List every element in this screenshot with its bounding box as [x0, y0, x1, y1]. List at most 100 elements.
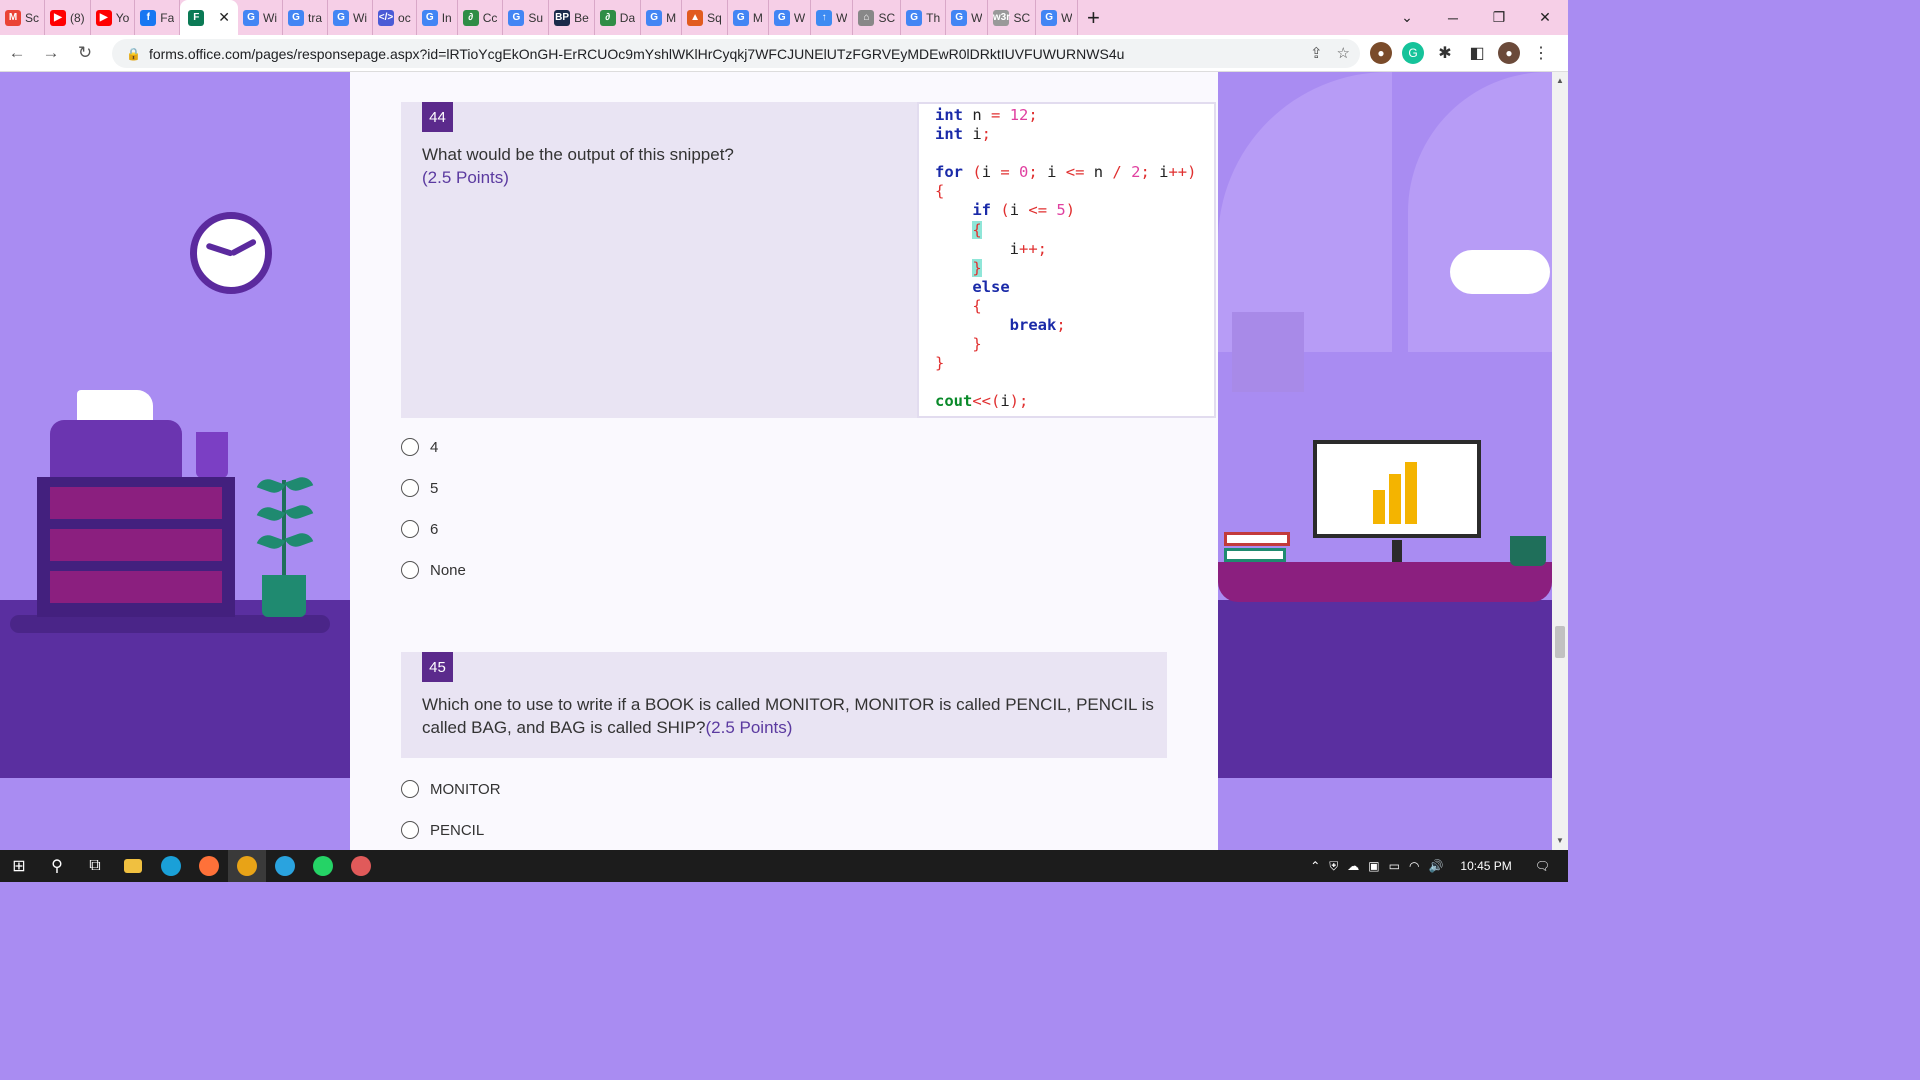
radio-button[interactable]: [401, 479, 419, 497]
tab-list: M Sc ▶ (8) ▶ Yo f Fa F ✕ G Wi Gtra G Wi </> oc G In ∂ Cc G Su B…: [0, 0, 1079, 35]
option-6[interactable]: 6: [401, 520, 438, 538]
option-4[interactable]: 4: [401, 438, 438, 456]
browser-tab[interactable]: G Wi: [328, 0, 374, 35]
url-text[interactable]: forms.office.com/pages/responsepage.aspx…: [149, 46, 1269, 62]
new-tab-button[interactable]: +: [1078, 5, 1108, 31]
question-44: 44 What would be the output of this snip…: [401, 102, 1216, 418]
notification-icon[interactable]: 🗨: [1535, 859, 1550, 873]
chrome-icon[interactable]: [228, 850, 266, 882]
tab-label: Th: [926, 10, 941, 25]
browser-tab[interactable]: </> oc: [373, 0, 417, 35]
close-tab-icon[interactable]: ✕: [218, 9, 230, 26]
side-panel-icon[interactable]: ◧: [1466, 42, 1488, 64]
forward-button[interactable]: →: [34, 43, 68, 63]
share-icon[interactable]: ⇪: [1310, 44, 1323, 62]
cookie-extension-icon[interactable]: ●: [1370, 42, 1392, 64]
tab-label: Sc: [25, 10, 40, 25]
clock-time[interactable]: 10:45 PM: [1460, 859, 1511, 873]
lock-icon[interactable]: 🔒: [126, 47, 141, 61]
option-pencil[interactable]: PENCIL: [401, 821, 484, 839]
google-icon: G: [288, 9, 305, 26]
reload-button[interactable]: ↻: [68, 43, 102, 63]
browser-tab[interactable]: G Wi: [238, 0, 284, 35]
bookmark-star-icon[interactable]: ☆: [1337, 44, 1350, 62]
google-icon: G: [243, 9, 260, 26]
task-view-icon[interactable]: ⧉: [76, 850, 114, 882]
chevron-up-icon[interactable]: ⌃: [1310, 859, 1320, 873]
question-points: (2.5 Points): [422, 168, 509, 187]
cloud-icon[interactable]: ☁: [1347, 859, 1359, 873]
tab-label: W: [1061, 10, 1073, 25]
whatsapp-icon[interactable]: [304, 850, 342, 882]
browser-tab[interactable]: ▶ Yo: [91, 0, 136, 35]
scroll-up-arrow-icon[interactable]: ▲: [1552, 76, 1568, 85]
option-none[interactable]: None: [401, 561, 466, 579]
browser-tab[interactable]: GW: [769, 0, 812, 35]
option-label: 4: [430, 438, 439, 456]
browser-tab[interactable]: G Th: [901, 0, 947, 35]
option-5[interactable]: 5: [401, 479, 438, 497]
close-window-button[interactable]: ✕: [1522, 9, 1568, 26]
volume-icon[interactable]: 🔊: [1428, 859, 1443, 873]
windows-start-icon[interactable]: ⊞: [0, 850, 38, 882]
puzzle-extensions-icon[interactable]: ✱: [1434, 42, 1456, 64]
browser-tab[interactable]: ▲ Sq: [682, 0, 728, 35]
browser-tab[interactable]: ▶ (8): [45, 0, 91, 35]
scroll-thumb[interactable]: [1555, 626, 1565, 658]
tab-search-icon[interactable]: ⌄: [1384, 9, 1430, 26]
page-scrollbar[interactable]: ▲ ▼: [1552, 72, 1568, 850]
edge-icon[interactable]: [152, 850, 190, 882]
address-bar[interactable]: 🔒 forms.office.com/pages/responsepage.as…: [112, 39, 1360, 68]
browser-tab[interactable]: Gtra: [283, 0, 329, 35]
browser-tab[interactable]: GM: [641, 0, 683, 35]
meet-icon[interactable]: ▣: [1368, 859, 1379, 873]
browser-tab[interactable]: M Sc: [0, 0, 46, 35]
google-icon: G: [508, 9, 525, 26]
tab-label: Wi: [263, 10, 278, 25]
browser-tab[interactable]: F ✕: [180, 0, 239, 35]
restore-button[interactable]: ❐: [1476, 9, 1522, 26]
security-icon[interactable]: ⛨: [1329, 859, 1338, 874]
browser-tab[interactable]: GM: [728, 0, 769, 35]
back-button[interactable]: ←: [0, 43, 34, 63]
browser-tab[interactable]: ∂ Da: [595, 0, 642, 35]
browser-tab[interactable]: G Su: [503, 0, 550, 35]
browser-tab[interactable]: G In: [417, 0, 458, 35]
browser-tab[interactable]: GW: [1036, 0, 1079, 35]
tab-label: Sq: [707, 10, 722, 25]
wifi-icon[interactable]: ◠: [1409, 859, 1419, 873]
option-monitor[interactable]: MONITOR: [401, 780, 501, 798]
battery-icon[interactable]: ▭: [1389, 859, 1400, 873]
telegram-icon[interactable]: [266, 850, 304, 882]
firefox-icon[interactable]: [190, 850, 228, 882]
plant-illustration: [282, 480, 286, 578]
file-explorer-icon[interactable]: [114, 850, 152, 882]
radio-button[interactable]: [401, 821, 419, 839]
radio-button[interactable]: [401, 780, 419, 798]
browser-tab[interactable]: f Fa: [135, 0, 181, 35]
search-icon[interactable]: ⚲: [38, 850, 76, 882]
tab-label: (8): [70, 10, 85, 25]
radio-button[interactable]: [401, 561, 419, 579]
minimize-button[interactable]: ─: [1430, 10, 1476, 26]
app-icon[interactable]: [342, 850, 380, 882]
browser-tab[interactable]: ⌂ SC: [853, 0, 902, 35]
tab-label: In: [441, 10, 452, 25]
menu-kebab-icon[interactable]: ⋮: [1530, 42, 1552, 64]
matlab-icon: ▲: [687, 9, 704, 26]
browser-tab[interactable]: w3r SC: [988, 0, 1037, 35]
browser-tab[interactable]: ↑ W: [811, 0, 854, 35]
building-illustration: [1232, 312, 1304, 392]
forms-icon: F: [188, 9, 205, 26]
youtube-icon: ▶: [95, 9, 112, 26]
profile-avatar[interactable]: ●: [1498, 42, 1520, 64]
tab-label: Wi: [353, 10, 368, 25]
radio-button[interactable]: [401, 438, 419, 456]
scroll-down-arrow-icon[interactable]: ▼: [1552, 836, 1568, 845]
grammarly-extension-icon[interactable]: G: [1402, 42, 1424, 64]
browser-tab[interactable]: ∂ Cc: [458, 0, 504, 35]
browser-tab[interactable]: BP Be: [549, 0, 595, 35]
radio-button[interactable]: [401, 520, 419, 538]
google-icon: G: [333, 9, 350, 26]
browser-tab[interactable]: GW: [946, 0, 989, 35]
